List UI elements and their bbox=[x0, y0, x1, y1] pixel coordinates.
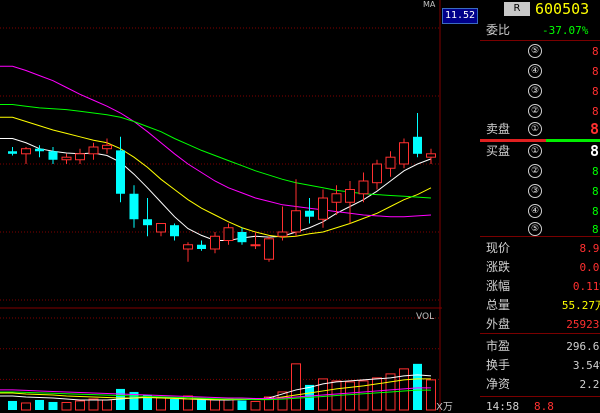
volume-bar bbox=[61, 401, 72, 411]
volume-bar bbox=[21, 402, 31, 411]
quote-label: 总量 bbox=[486, 298, 511, 312]
volume-bar bbox=[170, 398, 179, 410]
order-price: 8 bbox=[592, 105, 599, 118]
buy-level-4[interactable]: ④8 bbox=[486, 203, 600, 220]
level-badge: ② bbox=[528, 164, 542, 178]
tick-time: 14:58 bbox=[486, 400, 520, 412]
volume-bar bbox=[223, 398, 234, 411]
quote-value: 3.54% bbox=[572, 359, 600, 372]
order-price: 8 bbox=[592, 165, 599, 178]
fund-row[interactable]: 净资 2.27 bbox=[486, 376, 600, 393]
volume-unit-label: X万 bbox=[436, 402, 453, 413]
volume-bar bbox=[210, 399, 220, 411]
level-badge: ③ bbox=[528, 184, 542, 198]
divider bbox=[480, 396, 600, 397]
quote-row[interactable]: 现价 8.90 bbox=[486, 240, 600, 257]
order-price: 8. bbox=[590, 142, 600, 160]
quote-label: 涨幅 bbox=[486, 279, 511, 293]
quote-panel: 委比 -37.07% ⑤8④8③8②8①8. 卖盘 买盘 ①8.②8③8④8⑤8… bbox=[480, 0, 600, 412]
buy-level-1[interactable]: ① 8. bbox=[486, 143, 600, 160]
order-price: 8 bbox=[592, 65, 599, 78]
order-price: 8 bbox=[592, 205, 599, 218]
divider bbox=[480, 333, 600, 334]
volume-bar bbox=[8, 400, 17, 410]
quote-label: 净资 bbox=[486, 377, 511, 391]
sell-bar bbox=[480, 139, 546, 142]
quote-label: 外盘 bbox=[486, 317, 511, 331]
volume-bar bbox=[88, 398, 99, 411]
volume-bar bbox=[426, 379, 436, 411]
level-badge: ⑤ bbox=[528, 44, 542, 58]
current-price-tag: 11.52 bbox=[442, 8, 478, 24]
weibi-row: 委比 -37.07% bbox=[486, 22, 600, 39]
volume-label: VOL bbox=[416, 312, 435, 322]
volume-bar bbox=[35, 399, 44, 410]
kline-chart[interactable]: 10.49.68.88.07.2 183.4122.261.1 bbox=[0, 0, 442, 412]
fund-row[interactable]: 市盈 296.67 bbox=[486, 338, 600, 355]
quote-value: 0.11% bbox=[572, 280, 600, 293]
volume-pane[interactable]: 183.4122.261.1 bbox=[0, 0, 442, 412]
level-badge: ① bbox=[528, 144, 542, 158]
volume-bar bbox=[345, 381, 355, 411]
order-price: 8 bbox=[592, 85, 599, 98]
volume-bar bbox=[413, 363, 422, 410]
quote-value: 2.27 bbox=[579, 378, 600, 391]
quote-value: 259235 bbox=[566, 318, 600, 331]
quote-row[interactable]: 涨幅 0.11% bbox=[486, 278, 600, 295]
sell-level-3[interactable]: ③8 bbox=[486, 83, 600, 100]
volume-bar bbox=[48, 401, 58, 410]
order-price: 8 bbox=[592, 185, 599, 198]
order-price: 8 bbox=[592, 45, 599, 58]
volume-bar bbox=[237, 400, 247, 410]
weibi-value: -37.07% bbox=[542, 24, 589, 37]
quote-label: 市盈 bbox=[486, 339, 511, 353]
level-badge: ⑤ bbox=[528, 222, 542, 236]
divider bbox=[480, 40, 600, 41]
buy-level-3[interactable]: ③8 bbox=[486, 183, 600, 200]
volume-bar bbox=[156, 397, 166, 411]
volume-bar bbox=[250, 400, 261, 411]
volume-bar bbox=[102, 399, 112, 411]
quote-label: 涨跌 bbox=[486, 260, 511, 274]
quote-row[interactable]: 总量 55.27万 bbox=[486, 297, 600, 314]
level-badge: ④ bbox=[528, 204, 542, 218]
divider bbox=[480, 236, 600, 237]
volume-bar bbox=[372, 377, 382, 411]
sell-level-2[interactable]: ②8 bbox=[486, 103, 600, 120]
level-badge: ③ bbox=[528, 84, 542, 98]
quote-label: 换手 bbox=[486, 358, 511, 372]
ma-indicator-label: MA bbox=[423, 0, 436, 9]
level-badge: ② bbox=[528, 104, 542, 118]
tick-row: 14:58 8.8 bbox=[486, 398, 600, 412]
quote-value: 55.27万 bbox=[561, 299, 600, 312]
volume-bar bbox=[291, 363, 301, 411]
sell-label: 卖盘 bbox=[486, 122, 511, 136]
sell-level-4[interactable]: ④8 bbox=[486, 63, 600, 80]
quote-value: 8.90 bbox=[579, 242, 600, 255]
sell-label-row: 卖盘 bbox=[486, 121, 600, 138]
tick-price: 8.8 bbox=[534, 400, 554, 412]
volume-bar bbox=[75, 400, 85, 411]
weibi-label: 委比 bbox=[486, 23, 511, 37]
sell-level-5[interactable]: ⑤8 bbox=[486, 43, 600, 60]
level-badge: ④ bbox=[528, 64, 542, 78]
quote-value: 296.67 bbox=[566, 340, 600, 353]
quote-row[interactable]: 外盘 259235 bbox=[486, 316, 600, 333]
fund-row[interactable]: 换手 3.54% bbox=[486, 357, 600, 374]
buy-level-2[interactable]: ②8 bbox=[486, 163, 600, 180]
quote-value: 0.01 bbox=[579, 261, 600, 274]
quote-row[interactable]: 涨跌 0.01 bbox=[486, 259, 600, 276]
quote-label: 现价 bbox=[486, 241, 511, 255]
